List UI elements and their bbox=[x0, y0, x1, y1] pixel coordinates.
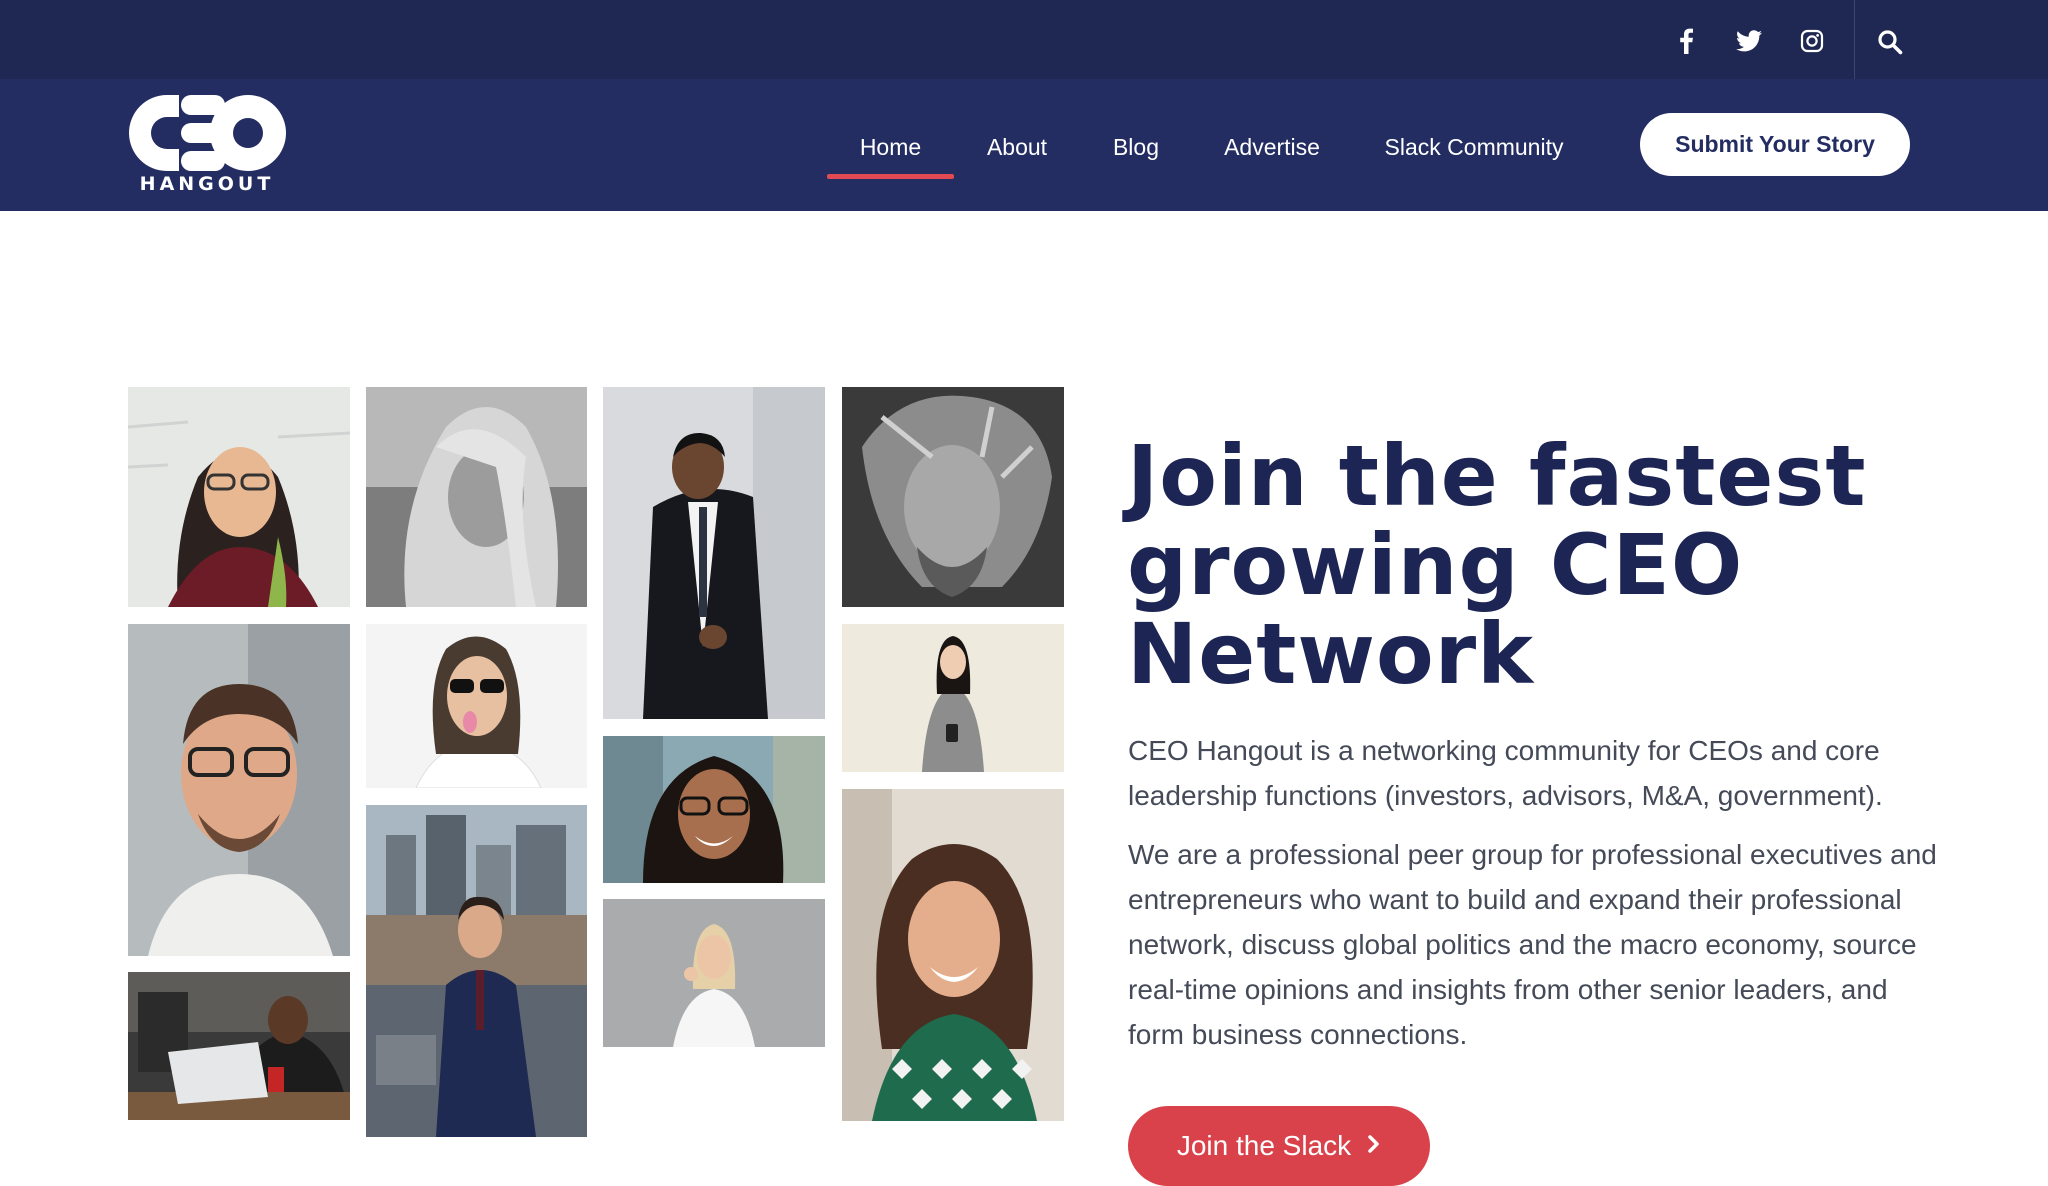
hero-intro-paragraph: CEO Hangout is a networking community fo… bbox=[1128, 735, 1883, 811]
chevron-right-icon bbox=[1367, 1130, 1381, 1162]
hero-description-paragraph: We are a professional peer group for pro… bbox=[1128, 839, 1937, 1050]
join-slack-button[interactable]: Join the Slack bbox=[1128, 1106, 1430, 1186]
member-photo-man-laptop bbox=[128, 972, 350, 1120]
facebook-icon[interactable] bbox=[1671, 24, 1701, 58]
nav-home[interactable]: Home bbox=[827, 127, 954, 167]
member-photo-man-long-hair-bw bbox=[842, 387, 1064, 607]
logo-wordmark bbox=[129, 95, 286, 171]
main-navigation: HANGOUT Home About Blog Advertise Slack … bbox=[0, 79, 2048, 211]
member-photo-man-glasses bbox=[128, 624, 350, 956]
member-photo-woman-blonde-bw bbox=[366, 387, 587, 607]
member-photo-woman-curly-hair bbox=[842, 789, 1064, 1121]
member-photo-woman-glasses-street bbox=[603, 736, 825, 883]
nav-slack-community[interactable]: Slack Community bbox=[1377, 127, 1571, 167]
nav-about[interactable]: About bbox=[975, 127, 1059, 167]
search-button[interactable] bbox=[1870, 22, 1910, 62]
member-photo-woman-glasses bbox=[128, 387, 350, 607]
logo-subtitle: HANGOUT bbox=[139, 173, 275, 195]
twitter-icon[interactable] bbox=[1734, 24, 1764, 58]
hero-heading: Join the fastest growing CEO Network bbox=[1127, 427, 1867, 703]
topbar-divider bbox=[1854, 0, 1855, 79]
search-icon bbox=[1878, 30, 1903, 55]
submit-story-button[interactable]: Submit Your Story bbox=[1640, 113, 1910, 176]
nav-blog[interactable]: Blog bbox=[1099, 127, 1173, 167]
member-photo-woman-white-shirt bbox=[603, 899, 825, 1047]
site-logo[interactable]: HANGOUT bbox=[127, 93, 287, 198]
active-nav-indicator bbox=[827, 174, 954, 179]
member-photo-man-black-suit bbox=[603, 387, 825, 719]
member-photo-woman-phone bbox=[842, 624, 1064, 772]
instagram-icon[interactable] bbox=[1797, 24, 1827, 58]
join-slack-label: Join the Slack bbox=[1176, 1130, 1352, 1161]
top-bar bbox=[0, 0, 2048, 79]
member-photo-man-suit-city bbox=[366, 805, 587, 1137]
member-photo-man-sunglasses bbox=[366, 624, 587, 788]
nav-advertise[interactable]: Advertise bbox=[1214, 127, 1330, 167]
